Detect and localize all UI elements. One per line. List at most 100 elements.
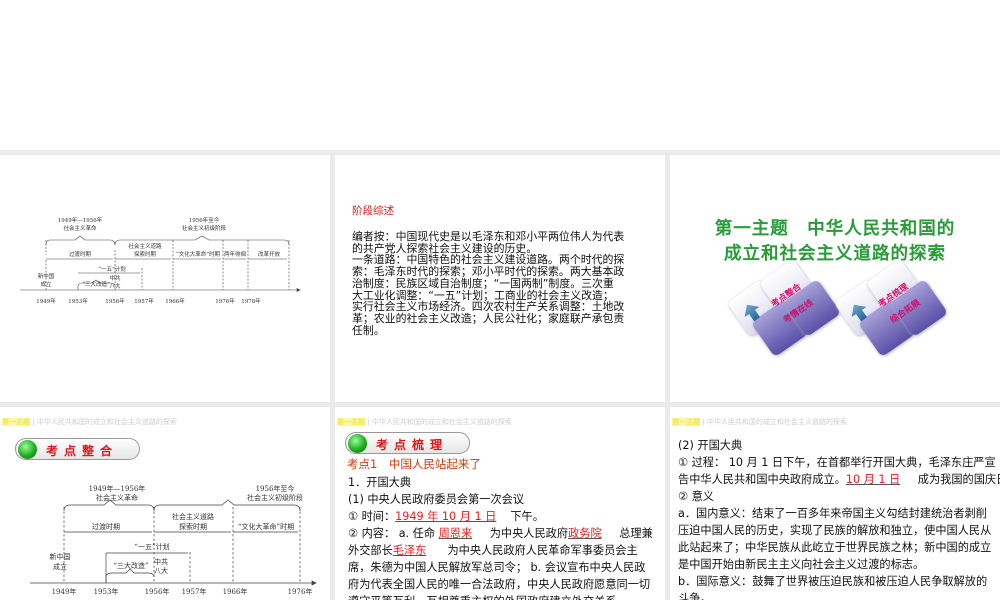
fill-in-answer: 毛泽东 [392,544,427,557]
period-label: “文化大革命”时期 [238,522,294,531]
text-line: (1) 中央人民政府委员会第一次会议 [348,491,653,508]
year-tick: 1953年 [94,587,119,596]
event-label: “一五”计划 [134,542,169,551]
period-label: 过渡时期 [69,250,92,258]
era-label: 社会主义初级阶段 [247,493,303,502]
period-label: 社会主义道路 [172,512,214,521]
text-line: 1．开国大典 [348,474,653,491]
slide-thumbnail-6[interactable]: 第一主题 | 中华人民共和国的成立和社会主义道路的探索 (2) 开国大典 ① 过程… [670,407,1000,600]
event-label: 成立 [40,280,52,288]
text-segment: 席，朱德为中国人民解放军总司令； b. 会议宣布中央人民政 [348,561,646,574]
event-label: 新中国 [50,552,71,561]
text-line: 治制度：民族区域自治制度；“一国两制”制度。三次重 [352,276,614,290]
text-segment: 遵守平等互利、互相尊重主权的外国政府建立外交关系。 [348,595,628,600]
green-ball-icon [348,434,367,453]
year-tick: 1953年 [68,297,88,305]
period-label: 探索时期 [179,522,207,531]
period-label: 过渡时期 [92,522,120,531]
fill-in-answer: 周恩来 [438,527,473,540]
era-label: 社会主义革命 [96,493,138,502]
year-tick: 1978年 [241,297,261,305]
slide-thumbnail-2[interactable]: 阶段综述 编者按：中国现代史是以毛泽东和邓小平两位伟人为代表 的共产党人探索社会主… [335,155,665,402]
text-segment: 下午。 [510,510,544,523]
era-label: 1956年至今 [189,216,220,224]
section-pill: 考点梳理 [345,432,470,454]
year-tick: 1966年 [223,587,248,596]
text-segment: 斗争。 [678,592,712,600]
event-label: 中共 [154,557,168,566]
text-line: a．国内意义：结束了一百多年来帝国主义勾结封建统治者剥削 [678,505,1000,522]
fill-in-answer: 1949 年 10 月 1 日 [395,510,497,523]
event-label: “三大改造” [113,561,149,570]
text-segment: ② 内容： a. 任命 [348,527,439,540]
period-label: 探索时期 [134,250,157,258]
text-segment: 1．开国大典 [348,476,412,489]
event-label: 成立 [53,562,67,571]
text-segment: 为中央人民政府人民革命军事委员会主 [440,544,638,557]
text-segment: ① 过程： 10 月 1 日下午，在首都举行开国大典，毛泽东庄严宣 [678,456,996,469]
text-line: b．国际意义：鼓舞了世界被压迫民族和被压迫人民争取解放的 [678,573,1000,590]
section-heading: 阶段综述 [352,205,394,217]
year-tick: 1976年 [288,587,313,596]
text-segment: a．国内意义：结束了一百多年来帝国主义勾结封建统治者剥削 [678,507,987,520]
text-line: ② 内容： a. 任命 周恩来 为中央人民政府政务院 总理兼 [348,525,653,542]
text-segment: 外交部长 [348,544,393,557]
timeline-diagram: 1949年—1956年 社会主义革命 1956年至今 社会主义初级阶段 过渡时期… [20,216,301,305]
text-line: (2) 开国大典 [678,437,1000,454]
text-segment: 成为我国的国庆日。 [917,473,1000,486]
text-segment: 府为代表全国人民的唯一合法政府，中央人民政府愿意同一切 [348,578,651,591]
event-label: 中共 [109,274,121,282]
point-heading: 考点1 中国人民站起来了 [347,457,481,471]
era-label: 1949年—1956年 [58,216,103,224]
title-line: 第一主题 中华人民共和国的 [714,219,956,239]
period-label: “文化大革命”时期 [176,250,221,258]
text-segment: 告中华人民共和国中央政府成立。 [678,473,846,486]
text-line: 席，朱德为中国人民解放军总司令； b. 会议宣布中央人民政 [348,559,653,576]
slide-thumbnail-5[interactable]: 第一主题 | 中华人民共和国的成立和社会主义道路的探索 考点梳理 考点1 中国人… [335,407,665,600]
text-line: 编者按：中国现代史是以毛泽东和邓小平两位伟人为代表 [352,230,625,243]
text-line: 压迫中国人民的历史，实现了民族的解放和独立，使中国人民从 [678,522,1000,539]
text-segment: 总理兼 [615,527,653,540]
fill-in-answer: 10 月 1 日 [845,473,901,486]
section-pill-label: 考点梳理 [376,438,449,452]
text-segment: b．国际意义：鼓舞了世界被压迫民族和被压迫人民争取解放的 [678,575,988,588]
nav-tile-kaodian-zhenghe[interactable]: 考点整合 考情在线 [725,255,845,358]
text-line: 告中华人民共和国中央政府成立。10 月 1 日 成为我国的国庆日。 [678,471,1000,488]
slide-thumbnail-1[interactable]: 1949年—1956年 社会主义革命 1956年至今 社会主义初级阶段 过渡时期… [0,155,330,402]
event-label: 八大 [109,282,121,290]
year-tick: 1976年 [215,297,235,305]
slide-body: (2) 开国大典 ① 过程： 10 月 1 日下午，在首都举行开国大典，毛泽东庄严… [678,437,1000,600]
slide-thumbnail-4[interactable]: 第一主题 | 中华人民共和国的成立和社会主义道路的探索 考点整合 1949年—1… [0,407,330,600]
timeline-diagram: 1949年—1956年 社会主义革命 1956年至今 社会主义初级阶段 过渡时期… [30,484,317,596]
era-label: 社会主义初级阶段 [182,224,227,232]
text-line: ② 意义 [678,488,1000,505]
period-label: 改革开放 [258,250,281,258]
era-label: 社会主义革命 [63,224,97,232]
event-label: “三大改造” [82,280,110,288]
year-tick: 1957年 [182,587,207,596]
nav-tile-kaodian-shuli[interactable]: 考点梳理 综合拓展 [832,255,952,358]
slide-header: 第一主题 | 中华人民共和国的成立和社会主义道路的探索 [672,418,847,426]
slide-thumbnail-3[interactable]: 第一主题 中华人民共和国的 成立和社会主义道路的探索 考点整合 考情在线 考点梳… [670,155,1000,402]
slide-header: 第一主题 | 中华人民共和国的成立和社会主义道路的探索 [337,418,512,426]
text-line: 斗争。 [678,590,1000,600]
year-tick: 1966年 [165,297,185,305]
year-tick: 1956年 [145,587,170,596]
era-label: 1949年—1956年 [89,484,146,493]
text-line: 是中国开始由新民主主义向社会主义过渡的标志。 [678,556,1000,573]
text-line: 此站起来了；中华民族从此屹立于世界民族之林；新中国的成立 [678,539,1000,556]
fill-in-answer: 政务院 [568,527,602,540]
event-label: 新中国 [38,272,55,280]
era-label: 1956年至今 [256,484,295,493]
year-tick: 1949年 [52,587,77,596]
year-tick: 1949年 [36,297,56,305]
text-line: ① 过程： 10 月 1 日下午，在首都举行开国大典，毛泽东庄严宣 [678,454,1000,471]
text-line: ① 时间：1949 年 10 月 1 日下午。 [348,508,653,525]
period-label: 社会主义道路 [128,242,162,250]
text-line: 任制。 [352,323,385,337]
year-tick: 1957年 [134,297,154,305]
text-segment: 压迫中国人民的历史，实现了民族的解放和独立，使中国人民从 [678,524,992,537]
text-segment: (1) 中央人民政府委员会第一次会议 [348,493,525,506]
event-label: “一五”计划 [98,265,126,273]
text-segment: ② 意义 [678,490,714,503]
